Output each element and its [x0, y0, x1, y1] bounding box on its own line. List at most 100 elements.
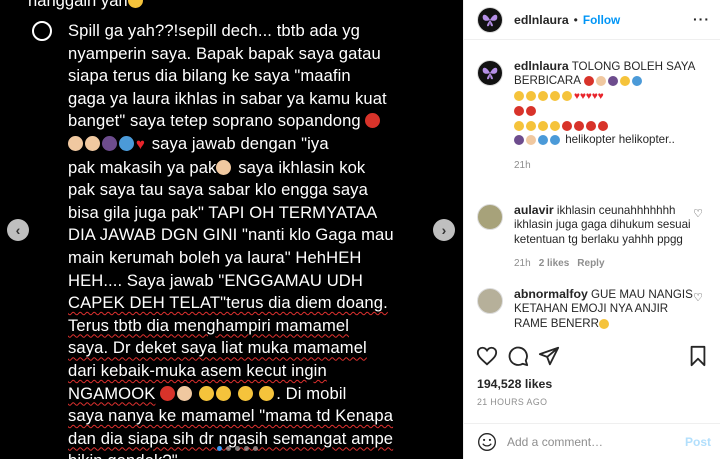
story-line: siapa terus dia bilang ke saya "maafin — [68, 66, 351, 86]
story-line: main kerumah boleh ya laura" HehHEH — [68, 247, 362, 267]
caption-time: 21h — [514, 160, 531, 172]
post-comment-button[interactable]: Post — [685, 435, 711, 449]
person-emoji-icon — [526, 135, 536, 146]
emoji-icon — [526, 90, 536, 101]
airplane-emoji-icon — [631, 76, 642, 87]
crying-emoji-icon — [215, 385, 231, 401]
caption-tail: helikopter helikopter.. — [565, 133, 675, 147]
hijab-emoji-icon — [607, 76, 618, 87]
action-bar — [464, 345, 720, 371]
comment-body: aulavir ikhlasin ceunahhhhhhh ikhlasin j… — [514, 203, 699, 272]
story-line: bikin gondok?" — [68, 450, 444, 459]
carousel-dot — [226, 446, 231, 451]
grin-emoji-icon — [127, 0, 143, 8]
like-comment-heart-icon[interactable]: ♡ — [693, 291, 703, 304]
emoji-icon — [514, 120, 524, 131]
hand-emoji-icon — [85, 135, 100, 151]
post-time-ago[interactable]: 21 HOURS AGO — [477, 397, 547, 407]
reply-button[interactable]: Reply — [577, 258, 604, 269]
comments-list[interactable]: edlnlaura TOLONG BOLEH SAYA BERBICARA ♥♥… — [464, 41, 720, 336]
airplane-emoji-icon — [119, 135, 134, 151]
story-line: DIA JAWAB DGN GINI "nanti klo Gaga mau — [68, 225, 394, 245]
emoji-icon — [562, 90, 572, 101]
comment-meta: 21h 2 likes Reply — [514, 257, 699, 271]
radio-circle-icon — [32, 21, 52, 41]
post-header: edlnlaura • Follow ··· — [464, 0, 720, 40]
emoji-smiley-icon[interactable] — [477, 432, 497, 452]
person-emoji-icon — [177, 385, 193, 401]
hijab-emoji-icon — [514, 135, 524, 146]
story-line: Spill ga yah??!sepill dech... tbtb ada y… — [68, 21, 360, 40]
heart-emoji-icon: ♥♥♥♥♥ — [574, 90, 604, 102]
like-heart-icon[interactable] — [476, 345, 498, 367]
emoji-icon — [538, 90, 548, 101]
story-line: nyamperin saya. Bapak bapak saya gatau — [68, 43, 381, 63]
comment-time: 21h — [514, 258, 531, 270]
post-side-panel: edlnlaura • Follow ··· edlnlaura TOLONG … — [463, 0, 720, 459]
header-separator: • — [573, 12, 578, 27]
comment-bubble-icon[interactable] — [507, 345, 529, 367]
emoji-icon — [514, 90, 524, 101]
save-bookmark-icon[interactable] — [687, 345, 709, 367]
devil-emoji-icon — [586, 120, 596, 131]
avatar[interactable] — [477, 60, 503, 86]
story-line: pak makasih ya pak saya ikhlasin kok — [68, 157, 366, 177]
crying-emoji-icon — [237, 385, 253, 401]
person-emoji-icon — [68, 135, 83, 151]
rofl-emoji-icon — [198, 385, 214, 401]
add-comment-input[interactable] — [507, 434, 667, 449]
devil-emoji-icon — [514, 106, 524, 117]
comment-username[interactable]: abnormalfoy — [514, 287, 588, 301]
heart-emoji-icon: ♥ — [136, 135, 146, 153]
carousel-dot — [235, 446, 240, 451]
carousel-next-button[interactable]: › — [433, 219, 455, 241]
story-line: pak saya tau saya sabar klo engga saya — [68, 180, 368, 200]
eye-roll-emoji-icon — [259, 385, 275, 401]
story-line: dari kebaik-muka asem kecut ingin — [68, 360, 327, 380]
smile-emoji-icon — [619, 76, 630, 87]
carousel-prev-button[interactable]: ‹ — [7, 219, 29, 241]
story-line: Terus tbtb dia menghampiri mamamel — [68, 315, 349, 335]
emoji-icon — [550, 120, 560, 131]
devil-emoji-icon — [583, 76, 594, 87]
story-line: CAPEK DEH TELAT"terus dia diem doang. — [68, 293, 388, 313]
story-line: banget" saya tetep soprano sopandong — [68, 110, 444, 133]
story-text: Spill ga yah??!sepill dech... tbtb ada y… — [68, 20, 444, 459]
devil-emoji-icon — [574, 120, 584, 131]
person-emoji-icon — [595, 76, 606, 87]
story-line: saya nanya ke mamamel "mama td Kenapa — [68, 406, 394, 426]
comment: aulavir ikhlasin ceunahhhhhhh ikhlasin j… — [477, 203, 709, 272]
crying-emoji-icon — [599, 318, 610, 329]
likes-count[interactable]: 194,528 likes — [477, 377, 552, 391]
more-options-icon[interactable]: ··· — [693, 11, 710, 27]
story-line: NGAMOOK . Di mobil — [68, 383, 347, 403]
caption-body: edlnlaura TOLONG BOLEH SAYA BERBICARA ♥♥… — [514, 59, 699, 174]
avatar[interactable] — [477, 204, 503, 230]
story-line: saya. Dr deket saya liat muka mamamel — [68, 338, 367, 358]
header-username[interactable]: edlnlaura — [514, 13, 569, 27]
share-send-icon[interactable] — [538, 345, 560, 367]
butterfly-icon — [482, 14, 498, 26]
story-line: ♥ saya jawab dengan "iya — [68, 133, 444, 157]
add-comment-bar: Post — [464, 423, 720, 459]
comment-likes[interactable]: 2 likes — [539, 258, 570, 269]
story-line: gaga ya laura ikhlas in sabar ya kamu ku… — [68, 88, 387, 108]
story-line: HEH.... Saya jawab "ENGGAMAU UDH — [68, 270, 363, 290]
devil-emoji-icon — [526, 106, 536, 117]
post-media[interactable]: nanggain yah Spill ga yah??!sepill dech.… — [0, 0, 463, 459]
avatar[interactable] — [477, 6, 503, 33]
comment-body: abnormalfoy GUE MAU NANGIS KETAHAN EMOJI… — [514, 287, 699, 331]
helicopter-emoji-icon — [538, 135, 548, 146]
follow-button[interactable]: Follow — [583, 13, 620, 27]
avatar[interactable] — [477, 288, 503, 314]
comment-username[interactable]: aulavir — [514, 203, 554, 217]
emoji-icon — [550, 90, 560, 101]
hijab-emoji-icon — [102, 135, 117, 151]
butterfly-icon — [482, 67, 498, 80]
angry-devil-emoji-icon — [365, 113, 381, 129]
like-comment-heart-icon[interactable]: ♡ — [693, 207, 703, 220]
emoji-icon — [538, 120, 548, 131]
caption-username[interactable]: edlnlaura — [514, 59, 569, 73]
carousel-dot — [244, 446, 249, 451]
emoji-icon — [526, 120, 536, 131]
